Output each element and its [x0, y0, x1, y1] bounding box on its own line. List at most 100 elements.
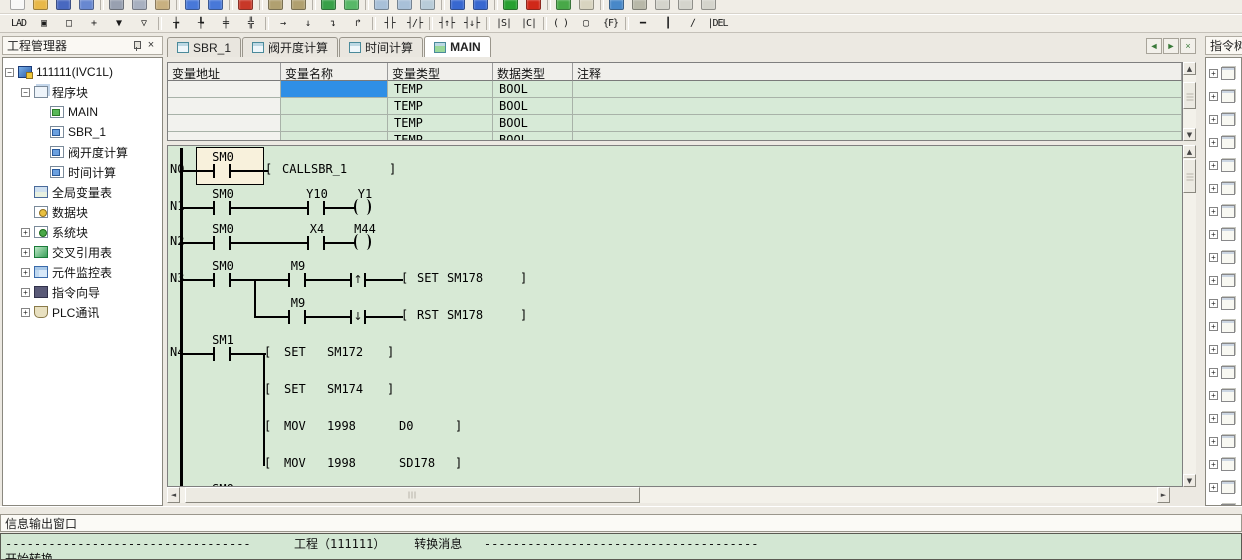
tree-item-monitor-table[interactable]: + 元件监控表 — [3, 262, 162, 282]
instruction-tree-item[interactable]: + — [1209, 476, 1241, 499]
instruction-tree-item[interactable]: + — [1209, 338, 1241, 361]
find-next-icon[interactable] — [287, 0, 310, 14]
instruction-mnemonic[interactable]: SET — [284, 345, 306, 359]
download-project-icon[interactable] — [317, 0, 340, 14]
tab-close-button[interactable]: × — [1180, 38, 1196, 54]
find-icon[interactable] — [264, 0, 287, 14]
cell-comment[interactable] — [573, 98, 1182, 115]
expander-icon[interactable]: + — [1209, 207, 1218, 216]
column-header[interactable]: 变量名称 — [281, 63, 388, 81]
instruction-operand[interactable]: D0 — [399, 419, 413, 433]
insert-cross-icon[interactable]: + — [81, 15, 106, 32]
contact-no-icon[interactable]: ┤├ — [377, 15, 402, 32]
lad-editor-icon[interactable]: LAD — [6, 15, 31, 32]
instruction-mnemonic[interactable]: MOV — [284, 456, 306, 470]
contact-rising-edge[interactable]: ↑ — [350, 273, 366, 287]
contact-falling-icon[interactable]: ┤↓├ — [459, 15, 484, 32]
column-header[interactable]: 变量类型 — [388, 63, 493, 81]
cell-data-type[interactable]: BOOL — [493, 115, 573, 132]
expander-icon[interactable]: − — [21, 88, 30, 97]
expander-icon[interactable]: + — [1209, 253, 1218, 262]
scroll-up-icon[interactable]: ▲ — [1183, 145, 1196, 158]
wire-up-right-icon[interactable]: ↱ — [345, 15, 370, 32]
instruction-operand[interactable]: 1998 — [327, 419, 356, 433]
cell-address[interactable] — [168, 115, 281, 132]
delete-vertical-line-icon[interactable]: |DEL — [705, 15, 730, 32]
instruction-operand[interactable]: SBR_1 — [311, 162, 347, 176]
function-block-icon[interactable]: {F} — [598, 15, 623, 32]
instruction-tree-item[interactable]: + — [1209, 177, 1241, 200]
expander-icon[interactable]: + — [1209, 368, 1218, 377]
new-project-icon[interactable] — [6, 0, 29, 14]
scroll-down-icon[interactable]: ▼ — [1183, 474, 1196, 487]
contact-no[interactable] — [288, 310, 306, 324]
instruction-tree-item[interactable]: + — [1209, 85, 1241, 108]
expander-icon[interactable]: + — [1209, 69, 1218, 78]
save-icon[interactable] — [52, 0, 75, 14]
instruction-mnemonic[interactable]: RST — [417, 308, 439, 322]
cell-var-type[interactable]: TEMP — [388, 98, 493, 115]
instruction-tree-item[interactable]: + — [1209, 453, 1241, 476]
instruction-tree-item[interactable]: + — [1209, 131, 1241, 154]
cell-data-type[interactable]: BOOL — [493, 132, 573, 141]
set-instruction-icon[interactable]: |S| — [491, 15, 516, 32]
contact-rising-icon[interactable]: ┤↑├ — [434, 15, 459, 32]
tree-item-valve-calc[interactable]: 阀开度计算 — [3, 142, 162, 162]
tree-item-global-vars[interactable]: 全局变量表 — [3, 182, 162, 202]
instruction-tree-item[interactable]: + — [1209, 108, 1241, 131]
variable-row[interactable]: TEMP BOOL — [168, 98, 1182, 115]
instruction-operand[interactable]: SM178 — [447, 271, 483, 285]
instruction-tree-item[interactable]: + — [1209, 246, 1241, 269]
run-icon[interactable] — [499, 0, 522, 14]
expander-icon[interactable]: + — [1209, 138, 1218, 147]
cell-name[interactable] — [281, 132, 388, 141]
instruction-operand[interactable]: SD178 — [399, 456, 435, 470]
expander-icon[interactable]: + — [1209, 299, 1218, 308]
instruction-tree-item[interactable]: + — [1209, 292, 1241, 315]
instruction-tree-item[interactable]: + — [1209, 499, 1241, 506]
edit-mode-icon[interactable] — [628, 0, 651, 14]
tree-item-time-calc[interactable]: 时间计算 — [3, 162, 162, 182]
horizontal-line-icon[interactable]: ━ — [630, 15, 655, 32]
wire-down-icon[interactable]: ↓ — [295, 15, 320, 32]
contact-no[interactable] — [213, 164, 231, 178]
compile-icon[interactable] — [552, 0, 575, 14]
expander-icon[interactable]: + — [1209, 230, 1218, 239]
open-project-icon[interactable] — [29, 0, 52, 14]
column-header[interactable]: 数据类型 — [493, 63, 573, 81]
tree-item-system-block[interactable]: + 系统块 — [3, 222, 162, 242]
contact-no[interactable] — [213, 347, 231, 361]
state-button-1-icon[interactable] — [651, 0, 674, 14]
tab-scroll-right-button[interactable]: ► — [1163, 38, 1179, 54]
cell-address[interactable] — [168, 132, 281, 141]
scrollbar-thumb[interactable] — [1183, 159, 1196, 193]
blank-box-icon[interactable]: □ — [56, 15, 81, 32]
state-button-2-icon[interactable] — [674, 0, 697, 14]
scrollbar-thumb[interactable] — [1183, 82, 1196, 109]
expander-icon[interactable]: + — [1209, 92, 1218, 101]
variable-table-scrollbar[interactable]: ▲ ▼ — [1183, 62, 1196, 141]
expander-icon[interactable]: + — [1209, 276, 1218, 285]
ladder-vertical-scrollbar[interactable]: ▲ ▼ — [1183, 145, 1196, 487]
expander-icon[interactable]: + — [1209, 161, 1218, 170]
tab-sbr1[interactable]: SBR_1 — [167, 37, 241, 57]
tree-item-plc-comm[interactable]: + PLC通讯 — [3, 302, 162, 322]
cell-comment[interactable] — [573, 132, 1182, 141]
ladder-horizontal-scrollbar[interactable]: ◄ ► — [167, 487, 1183, 503]
wire-right-icon[interactable]: → — [270, 15, 295, 32]
instruction-tree-item[interactable]: + — [1209, 200, 1241, 223]
expander-icon[interactable]: + — [1209, 322, 1218, 331]
expander-icon[interactable]: + — [1209, 483, 1218, 492]
contact-nc-icon[interactable]: ┤/├ — [402, 15, 427, 32]
move-down-icon[interactable] — [469, 0, 492, 14]
cell-name[interactable] — [281, 98, 388, 115]
redo-icon[interactable] — [204, 0, 227, 14]
scroll-down-icon[interactable]: ▼ — [1183, 128, 1196, 141]
network-box-icon[interactable]: ▣ — [31, 15, 56, 32]
monitor-icon[interactable] — [605, 0, 628, 14]
instruction-mnemonic[interactable]: SET — [284, 382, 306, 396]
coil-icon[interactable]: ( ) — [548, 15, 573, 32]
cell-data-type[interactable]: BOOL — [493, 81, 573, 98]
tab-main[interactable]: MAIN — [424, 36, 491, 57]
contact-no[interactable] — [213, 236, 231, 250]
